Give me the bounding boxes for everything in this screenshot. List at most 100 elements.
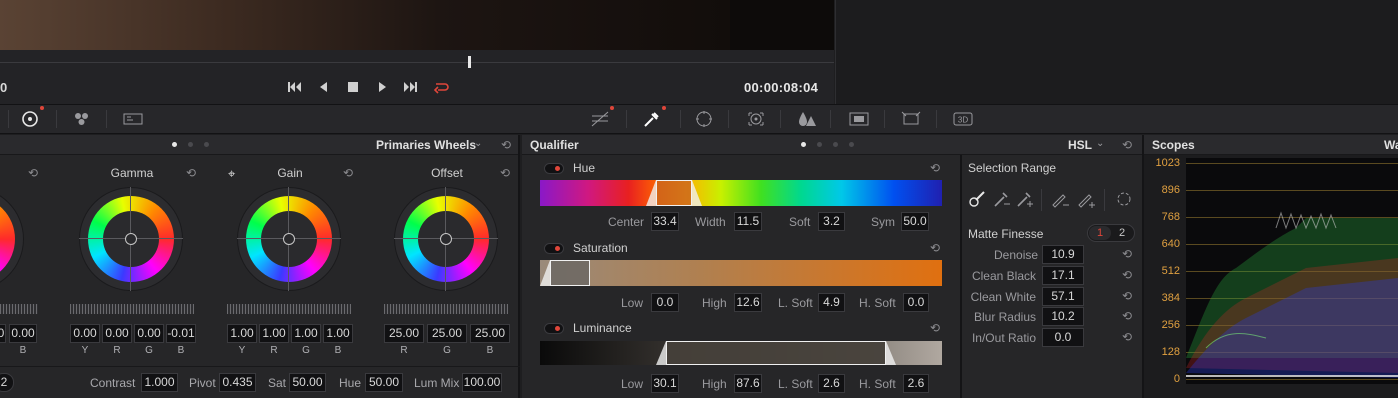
feather-minus-icon[interactable] (1050, 189, 1070, 209)
stop-icon[interactable] (345, 79, 361, 95)
sizing-icon[interactable] (900, 110, 921, 128)
feather-plus-icon[interactable] (1076, 189, 1096, 209)
primaries-mode-dropdown[interactable]: Primaries Wheels (376, 138, 476, 152)
hue-selection[interactable] (656, 180, 692, 206)
chevron-down-icon[interactable]: ⌄ (1096, 138, 1104, 149)
luminance-selection[interactable] (666, 341, 886, 365)
luminance-toggle[interactable] (544, 323, 564, 334)
lum-lsoft-field[interactable]: 2.6 (818, 374, 845, 393)
luminance-soft-right[interactable] (886, 341, 896, 365)
reset-icon[interactable]: ⟲ (928, 161, 942, 175)
invert-icon[interactable] (1114, 189, 1134, 209)
crosshair-icon[interactable]: ⌖ (228, 166, 235, 182)
gain-value-b[interactable]: 1.00 (323, 324, 353, 343)
reset-icon[interactable]: ⟲ (1120, 309, 1134, 323)
rgb-mixer-icon[interactable] (72, 110, 92, 128)
hue-range-bar[interactable] (540, 180, 942, 206)
offset-master-slider[interactable] (384, 304, 508, 314)
primaries-icon[interactable] (20, 110, 40, 128)
reset-icon[interactable]: ⟲ (1120, 289, 1134, 303)
gamma-value-y[interactable]: 0.00 (70, 324, 100, 343)
matte-tab-2[interactable]: 2 (1112, 226, 1132, 240)
gain-master-slider[interactable] (227, 304, 351, 314)
width-field[interactable]: 11.5 (734, 212, 762, 231)
picker-minus-icon[interactable] (992, 189, 1012, 209)
motion-effects-icon[interactable] (122, 110, 143, 128)
clean-black-field[interactable]: 17.1 (1042, 266, 1084, 285)
scrubber-bar[interactable] (0, 50, 834, 70)
picker-plus-icon[interactable] (1015, 189, 1035, 209)
playhead[interactable] (468, 56, 471, 68)
offset-value-g[interactable]: 25.00 (427, 324, 467, 343)
luminance-soft-left[interactable] (656, 341, 666, 365)
gamma-value-b[interactable]: -0.01 (166, 324, 196, 343)
reset-icon[interactable]: ⟲ (1120, 138, 1134, 152)
denoise-field[interactable]: 10.9 (1042, 245, 1084, 264)
offset-value-r[interactable]: 25.00 (384, 324, 424, 343)
window-icon[interactable] (694, 110, 714, 128)
gain-value-y[interactable]: 1.00 (227, 324, 257, 343)
gain-wheel[interactable] (237, 187, 341, 291)
gamma-value-r[interactable]: 0.00 (102, 324, 132, 343)
reset-icon[interactable]: ⟲ (1120, 330, 1134, 344)
scope-type-dropdown[interactable]: Wa (1384, 138, 1398, 152)
hue-soft-left[interactable] (646, 180, 656, 206)
clean-white-field[interactable]: 57.1 (1042, 287, 1084, 306)
soft-field[interactable]: 3.2 (818, 212, 845, 231)
gain-value-r[interactable]: 1.00 (259, 324, 289, 343)
lum-low-field[interactable]: 30.1 (651, 374, 679, 393)
reset-icon[interactable]: ⟲ (928, 321, 942, 335)
skip-to-end-icon[interactable] (403, 79, 419, 95)
hue-field[interactable]: 50.00 (365, 373, 403, 392)
qualifier-eyedropper-icon[interactable] (642, 110, 662, 128)
reset-icon[interactable]: ⟲ (499, 138, 513, 152)
reset-icon[interactable]: ⟲ (341, 166, 355, 180)
3d-icon[interactable]: 3D (952, 110, 973, 128)
skip-to-start-icon[interactable] (286, 79, 302, 95)
gamma-master-slider[interactable] (70, 304, 194, 314)
saturation-toggle[interactable] (544, 243, 564, 254)
reset-icon[interactable]: ⟲ (1120, 268, 1134, 282)
chevron-down-icon[interactable]: ⌄ (474, 138, 482, 149)
lum-hsoft-field[interactable]: 2.6 (903, 374, 929, 393)
center-field[interactable]: 33.4 (651, 212, 679, 231)
blur-radius-field[interactable]: 10.2 (1042, 307, 1084, 326)
sat-low-field[interactable]: 0.0 (651, 293, 679, 312)
sat-lsoft-field[interactable]: 4.9 (818, 293, 845, 312)
blur-icon[interactable] (796, 110, 816, 128)
saturation-range-bar[interactable] (540, 260, 942, 286)
saturation-soft-left[interactable] (540, 260, 550, 286)
reset-icon[interactable]: ⟲ (498, 166, 512, 180)
sat-hsoft-field[interactable]: 0.0 (903, 293, 929, 312)
reset-icon[interactable]: ⟲ (928, 241, 942, 255)
picker-icon[interactable] (968, 189, 988, 209)
pivot-field[interactable]: 0.435 (219, 373, 256, 392)
contrast-field[interactable]: 1.000 (141, 373, 178, 392)
sym-field[interactable]: 50.0 (901, 212, 929, 231)
loop-icon[interactable] (432, 79, 449, 95)
sat-field[interactable]: 50.00 (289, 373, 326, 392)
reset-icon[interactable]: ⟲ (1120, 247, 1134, 261)
reset-icon[interactable]: ⟲ (26, 166, 40, 180)
offset-value-b[interactable]: 25.00 (470, 324, 510, 343)
gamma-wheel[interactable] (79, 187, 183, 291)
lum-mix-field[interactable]: 100.00 (462, 373, 502, 392)
play-reverse-icon[interactable] (316, 79, 332, 95)
gain-value-g[interactable]: 1.00 (291, 324, 321, 343)
saturation-selection[interactable] (550, 260, 590, 286)
page-dot-active[interactable] (172, 142, 177, 147)
page-dot[interactable] (188, 142, 193, 147)
matte-tab-1[interactable]: 1 (1089, 226, 1111, 240)
lift-value-g[interactable]: 0 (0, 324, 6, 343)
lum-high-field[interactable]: 87.6 (734, 374, 762, 393)
sat-high-field[interactable]: 12.6 (734, 293, 762, 312)
hue-toggle[interactable] (544, 163, 564, 174)
lift-master-slider[interactable] (0, 304, 38, 314)
play-icon[interactable] (374, 79, 390, 95)
hue-soft-right[interactable] (692, 180, 702, 206)
in-out-ratio-field[interactable]: 0.0 (1042, 328, 1084, 347)
key-icon[interactable] (848, 110, 869, 128)
page-dot[interactable] (817, 142, 822, 147)
tracker-icon[interactable] (746, 110, 766, 128)
page-dot[interactable] (849, 142, 854, 147)
